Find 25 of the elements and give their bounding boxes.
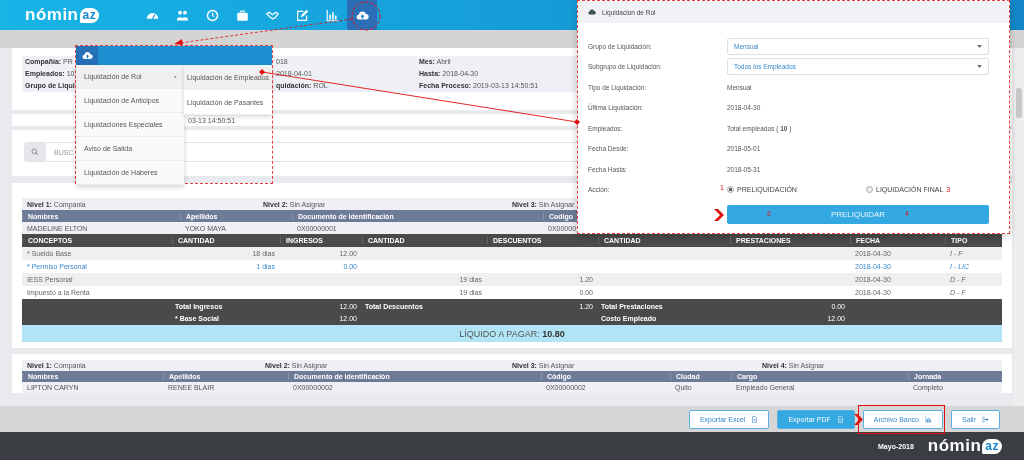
- bar-chart-icon: [925, 415, 932, 423]
- caret-icon: [977, 65, 982, 69]
- cloud-upload-icon: [355, 8, 369, 22]
- cloud-upload-icon: [81, 50, 93, 61]
- search-icon: [31, 148, 39, 156]
- edit-icon: [295, 8, 309, 22]
- document-icon: [751, 415, 759, 423]
- nominaz-logo: nómin az: [927, 436, 1002, 456]
- people-icon: [175, 8, 189, 22]
- radio-button[interactable]: [866, 186, 873, 194]
- net-pay-text: LÍQUIDO A PAGAR: 10.80: [459, 328, 565, 339]
- nominaz-logo: nómin az: [25, 5, 97, 25]
- bar-chart-icon: [325, 8, 339, 22]
- highlight-circle: [351, 1, 381, 31]
- cloud-upload-icon: [588, 8, 596, 16]
- radio-button[interactable]: [727, 186, 734, 194]
- briefcase-icon: [235, 8, 249, 22]
- chevron-marker: [853, 413, 863, 425]
- scrollbar[interactable]: [1014, 48, 1024, 406]
- document-icon: [836, 415, 844, 423]
- clock-icon: [205, 8, 219, 22]
- search-button[interactable]: [24, 142, 46, 162]
- chevron-marker: [714, 208, 724, 221]
- nav-button[interactable]: [347, 0, 377, 30]
- exit-icon: [982, 415, 989, 423]
